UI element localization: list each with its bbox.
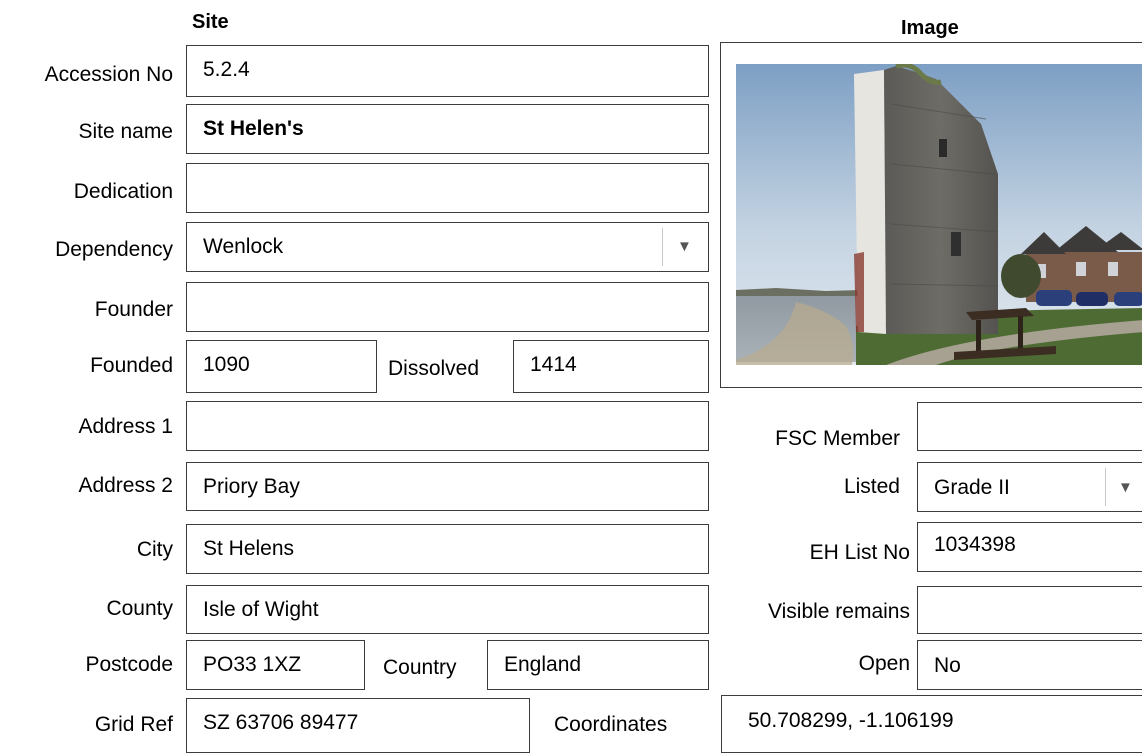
- founder-field[interactable]: [186, 282, 709, 332]
- fsc-member-label: FSC Member: [775, 427, 900, 450]
- postcode-field[interactable]: PO33 1XZ: [186, 640, 365, 690]
- visible-remains-label: Visible remains: [767, 600, 910, 623]
- address-1-label: Address 1: [78, 415, 173, 438]
- grid-ref-field[interactable]: SZ 63706 89477: [186, 698, 530, 753]
- address-1-field[interactable]: [186, 401, 709, 451]
- dependency-select[interactable]: Wenlock ▼: [186, 222, 709, 272]
- county-label: County: [106, 597, 173, 620]
- coordinates-label: Coordinates: [554, 713, 668, 736]
- founder-label: Founder: [94, 298, 173, 321]
- city-field[interactable]: St Helens: [186, 524, 709, 574]
- listed-label: Listed: [843, 475, 900, 498]
- listed-divider: [1105, 468, 1106, 506]
- chevron-down-icon[interactable]: ▼: [1118, 476, 1133, 500]
- dependency-label: Dependency: [55, 238, 173, 261]
- founded-label: Founded: [90, 354, 173, 377]
- dedication-field[interactable]: [186, 163, 709, 213]
- country-field[interactable]: England: [487, 640, 709, 690]
- site-header: Site: [192, 11, 229, 33]
- image-frame: [720, 42, 1142, 388]
- chevron-down-icon[interactable]: ▼: [677, 235, 692, 259]
- eh-list-no-label: EH List No: [809, 541, 910, 564]
- address-2-field[interactable]: Priory Bay: [186, 462, 709, 511]
- listed-select[interactable]: Grade II ▼: [917, 462, 1142, 512]
- site-name-field[interactable]: St Helen's: [186, 104, 709, 154]
- dependency-divider: [662, 228, 663, 266]
- dependency-value: Wenlock: [203, 235, 284, 258]
- eh-list-no-field[interactable]: 1034398: [917, 522, 1142, 572]
- address-2-label: Address 2: [78, 474, 173, 497]
- open-label: Open: [858, 652, 910, 675]
- image-header: Image: [901, 17, 959, 39]
- dissolved-label: Dissolved: [388, 357, 480, 380]
- fsc-member-field[interactable]: [917, 402, 1142, 451]
- listed-value: Grade II: [934, 476, 1010, 499]
- dedication-label: Dedication: [73, 180, 173, 203]
- site-name-label: Site name: [78, 120, 173, 143]
- grid-ref-label: Grid Ref: [94, 713, 173, 736]
- city-label: City: [136, 538, 173, 561]
- postcode-label: Postcode: [85, 653, 173, 676]
- county-field[interactable]: Isle of Wight: [186, 585, 709, 634]
- accession-no-label: Accession No: [44, 63, 173, 86]
- country-label: Country: [383, 656, 457, 679]
- accession-no-field[interactable]: 5.2.4: [186, 45, 709, 97]
- visible-remains-field[interactable]: [917, 586, 1142, 634]
- founded-field[interactable]: 1090: [186, 340, 377, 393]
- dissolved-field[interactable]: 1414: [513, 340, 709, 393]
- coordinates-field[interactable]: 50.708299, -1.106199: [721, 695, 1142, 753]
- open-field[interactable]: No: [917, 640, 1142, 690]
- site-photo: [736, 64, 1142, 365]
